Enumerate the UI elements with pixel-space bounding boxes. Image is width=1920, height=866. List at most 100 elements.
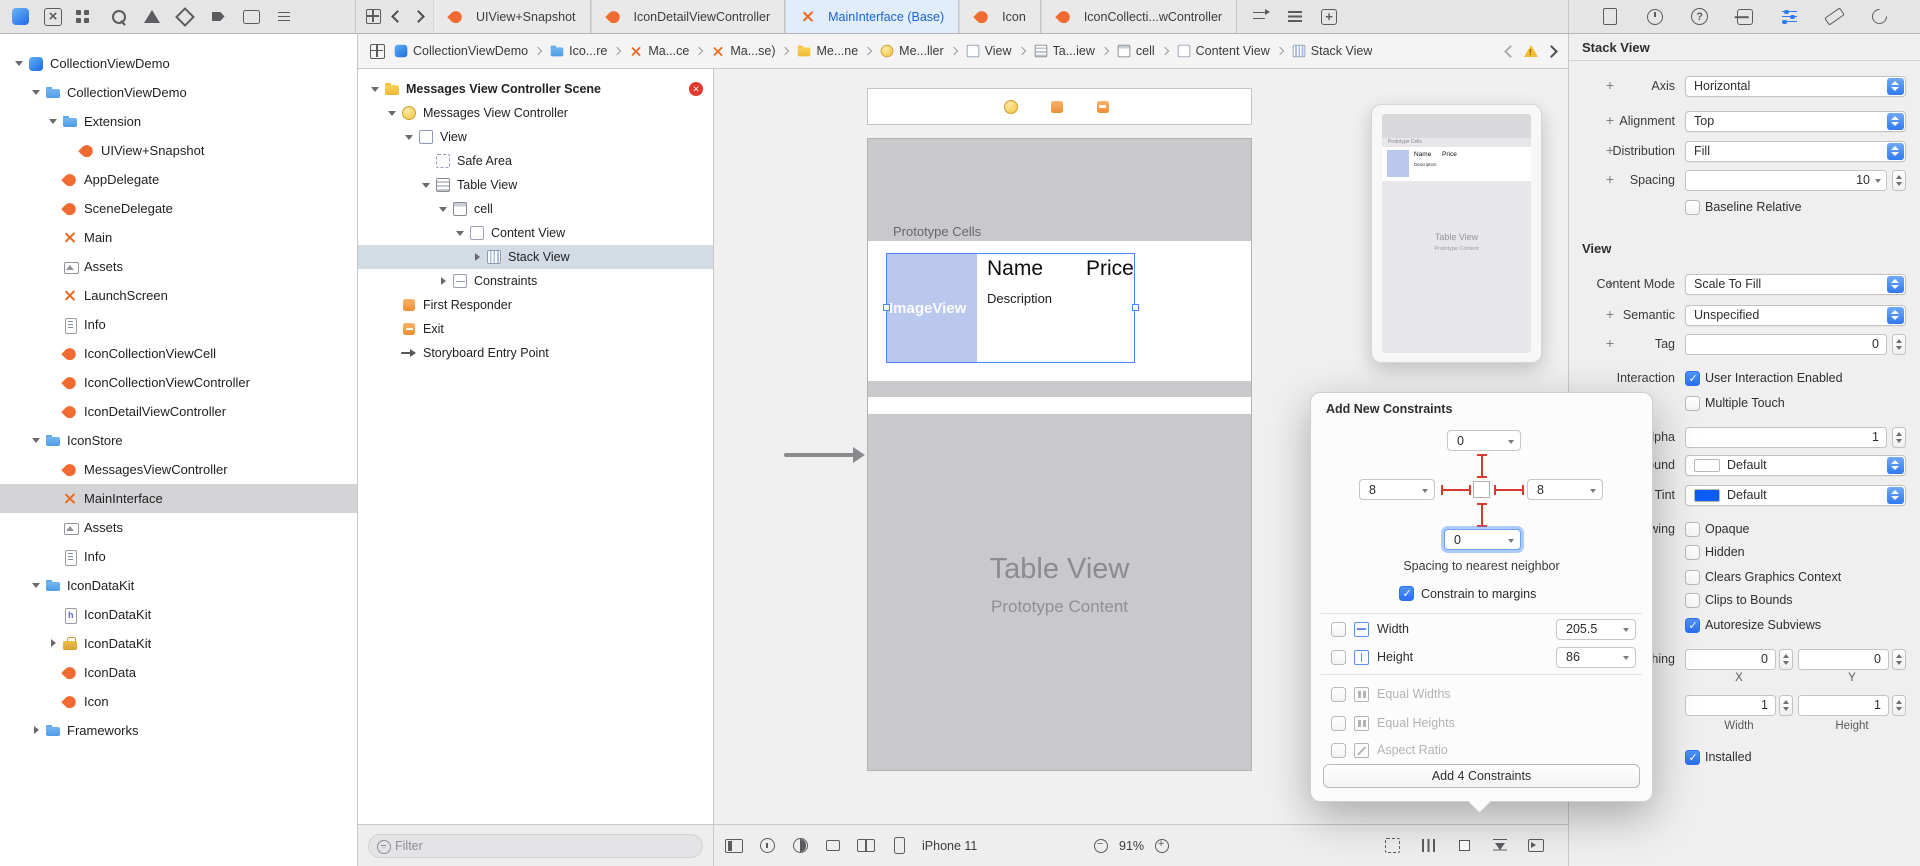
height-value-select[interactable]: 86 [1556, 646, 1636, 668]
history-inspector-icon[interactable] [1645, 7, 1665, 27]
user-interaction-checkbox[interactable] [1685, 370, 1700, 386]
error-badge[interactable] [689, 82, 703, 96]
disclosure-chevron[interactable] [48, 174, 59, 185]
editor-tab[interactable]: UIView+Snapshot [433, 0, 591, 33]
navigator-row[interactable]: IconCollectionViewController [0, 368, 357, 397]
disclosure-chevron[interactable] [387, 300, 398, 311]
exit-icon[interactable] [1095, 99, 1111, 115]
tag-field[interactable]: 0 [1685, 333, 1887, 355]
add-variation-icon[interactable] [1603, 143, 1617, 157]
library-icon[interactable] [1735, 7, 1755, 27]
add-editor-icon[interactable] [1319, 7, 1339, 27]
baseline-relative-checkbox[interactable] [1685, 199, 1700, 215]
outline-row[interactable]: cell [358, 197, 713, 221]
zoom-level[interactable]: 91% [1119, 839, 1144, 853]
filter-field[interactable] [368, 833, 703, 858]
stretching-width-field[interactable]: 1 [1685, 694, 1776, 716]
breadcrumb-item[interactable]: Ma...se) [710, 43, 796, 59]
storyboard-entry-point-arrow[interactable] [784, 447, 865, 463]
related-items-icon[interactable] [370, 43, 385, 59]
add-variation-icon[interactable] [1603, 113, 1617, 127]
disclosure-chevron[interactable] [48, 348, 59, 359]
distribution-popup[interactable]: Fill [1685, 140, 1906, 162]
editor-tab[interactable]: MainInterface (Base) [785, 0, 960, 33]
disclosure-chevron[interactable] [31, 580, 42, 591]
navigator-row[interactable]: MainInterface [0, 484, 357, 513]
trailing-spacing-select[interactable]: 8 [1527, 479, 1603, 500]
autoresize-checkbox[interactable] [1685, 617, 1700, 633]
tab-overview-icon[interactable] [366, 9, 381, 24]
alpha-stepper[interactable] [1892, 426, 1906, 448]
outline-row[interactable]: Stack View [358, 245, 713, 269]
semantic-popup[interactable]: Unspecified [1685, 304, 1906, 326]
background-popup[interactable]: Default [1685, 454, 1906, 476]
aspect-ratio-checkbox[interactable] [1331, 742, 1346, 758]
code-review-icon[interactable] [1251, 7, 1271, 27]
disclosure-chevron[interactable] [387, 324, 398, 335]
editor-tab[interactable]: Icon [959, 0, 1041, 33]
width-checkbox[interactable] [1331, 621, 1346, 637]
zoom-in-icon[interactable] [1153, 837, 1171, 855]
list-icon[interactable] [274, 7, 294, 27]
add-variation-icon[interactable] [1603, 276, 1617, 290]
device-preview-thumbnail[interactable]: Prototype Cells Name Price Description T… [1371, 104, 1542, 363]
disclosure-chevron[interactable] [48, 319, 59, 330]
outline-row[interactable]: View [358, 125, 713, 149]
tag-stepper[interactable] [1892, 333, 1906, 355]
navigator-row[interactable]: UIView+Snapshot [0, 136, 357, 165]
navigator-row[interactable]: Assets [0, 252, 357, 281]
disclosure-chevron[interactable] [370, 84, 381, 95]
disclosure-chevron[interactable] [31, 435, 42, 446]
outline-row[interactable]: First Responder [358, 293, 713, 317]
leading-constraint-beam[interactable] [1441, 485, 1471, 495]
disclosure-chevron[interactable] [48, 406, 59, 417]
breadcrumb-item[interactable]: Ico...re [549, 43, 628, 59]
file-inspector-icon[interactable] [1600, 7, 1620, 27]
breadcrumb-item[interactable]: Ta...iew [1033, 43, 1116, 59]
add-constraints-icon[interactable] [1454, 836, 1474, 856]
outline-row[interactable]: Messages View Controller [358, 101, 713, 125]
bottom-spacing-select[interactable]: 0 [1444, 529, 1521, 550]
disclosure-chevron[interactable] [48, 493, 59, 504]
navigator-row[interactable]: IconStore [0, 426, 357, 455]
navigator-row[interactable]: Info [0, 542, 357, 571]
breadcrumb-item[interactable]: View [965, 43, 1033, 59]
orientation-icon[interactable] [823, 836, 843, 856]
editor-options-icon[interactable] [1285, 7, 1305, 27]
forward-chevron-icon[interactable] [412, 10, 425, 23]
disclosure-chevron[interactable] [48, 609, 59, 620]
top-spacing-select[interactable]: 0 [1447, 430, 1521, 451]
attributes-inspector-icon[interactable] [1779, 7, 1799, 27]
warning-icon[interactable] [142, 7, 162, 27]
stretching-width-stepper[interactable] [1779, 694, 1793, 716]
breadcrumb-item[interactable]: CollectionViewDemo [393, 43, 549, 59]
disclosure-chevron[interactable] [421, 156, 432, 167]
tag-icon[interactable] [208, 7, 228, 27]
help-inspector-icon[interactable] [1690, 7, 1710, 27]
disclosure-chevron[interactable] [48, 261, 59, 272]
axis-popup[interactable]: Horizontal [1685, 75, 1906, 97]
width-value-select[interactable]: 205.5 [1556, 618, 1636, 640]
embed-icon[interactable] [1526, 836, 1546, 856]
appearance-icon[interactable] [790, 836, 810, 856]
disclosure-chevron[interactable] [14, 58, 25, 69]
disclosure-chevron[interactable] [48, 232, 59, 243]
breadcrumb-item[interactable]: Me...ller [879, 43, 964, 59]
equal-heights-checkbox[interactable] [1331, 715, 1346, 731]
breadcrumb-item[interactable]: Ma...ce [628, 43, 710, 59]
outline-row[interactable]: Storyboard Entry Point [358, 341, 713, 365]
navigator-row[interactable]: LaunchScreen [0, 281, 357, 310]
next-issue-icon[interactable] [1545, 44, 1558, 58]
navigator-row[interactable]: Icon [0, 687, 357, 716]
disclosure-chevron[interactable] [472, 252, 483, 263]
add-variation-icon[interactable] [1603, 172, 1617, 186]
leading-spacing-select[interactable]: 8 [1359, 479, 1435, 500]
outline-row[interactable]: Exit [358, 317, 713, 341]
breadcrumb-item[interactable]: Me...ne [796, 43, 879, 59]
disclosure-chevron[interactable] [48, 464, 59, 475]
height-checkbox[interactable] [1331, 649, 1346, 665]
disclosure-chevron[interactable] [31, 725, 42, 736]
adaptation-icon[interactable] [856, 836, 876, 856]
add-variation-icon[interactable] [1603, 307, 1617, 321]
stretching-height-stepper[interactable] [1892, 694, 1906, 716]
